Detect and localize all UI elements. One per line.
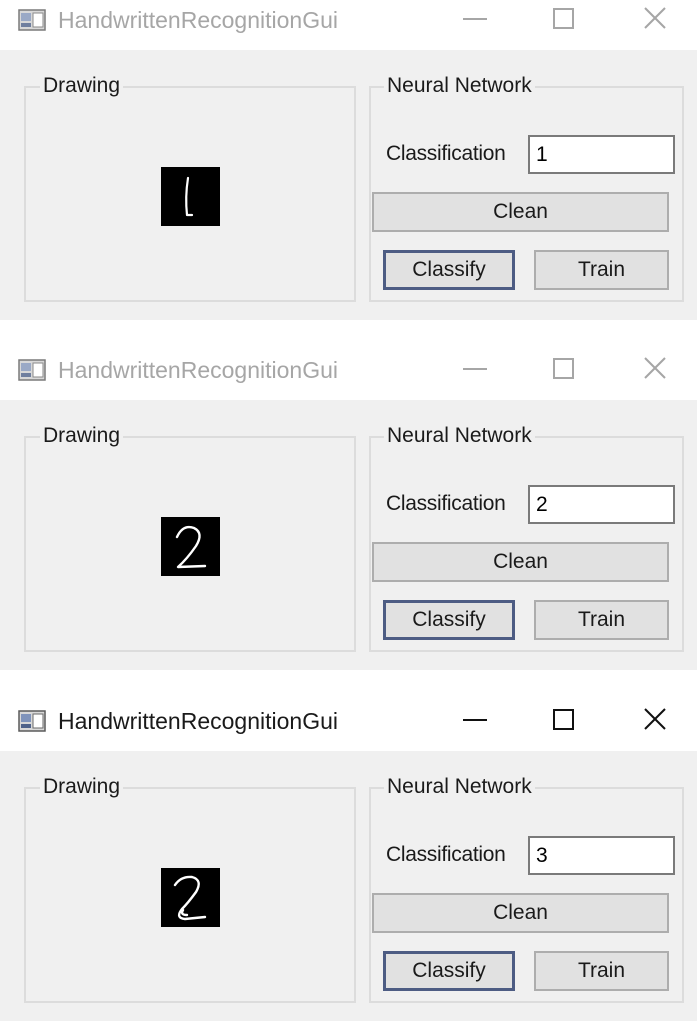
window-client-area: Drawing Neural Network Classification Cl…: [0, 751, 697, 1021]
drawing-group: Drawing: [24, 775, 356, 1003]
window-client-area: Drawing Neural Network Classification Cl…: [0, 50, 697, 320]
classification-label: Classification: [386, 492, 506, 515]
classify-button[interactable]: Classify: [383, 600, 515, 640]
minimize-button[interactable]: [459, 354, 491, 384]
title-bar[interactable]: HandwrittenRecognitionGui: [0, 350, 700, 398]
window-title: HandwrittenRecognitionGui: [58, 708, 338, 734]
drawing-canvas[interactable]: [161, 868, 220, 927]
close-icon: [644, 7, 666, 29]
app-window-icon: [18, 9, 46, 31]
minimize-button[interactable]: [459, 4, 491, 34]
clean-button[interactable]: Clean: [372, 542, 669, 582]
maximize-button[interactable]: [548, 4, 580, 34]
close-button[interactable]: [639, 354, 671, 384]
maximize-icon: [553, 8, 574, 29]
classify-button[interactable]: Classify: [383, 951, 515, 991]
title-bar[interactable]: HandwrittenRecognitionGui: [0, 701, 700, 749]
digit-stroke-2: [173, 875, 207, 921]
neural-network-group-label: Neural Network: [384, 424, 535, 448]
drawing-canvas[interactable]: [161, 167, 220, 226]
neural-network-group: Neural Network Classification Clean Clas…: [369, 424, 684, 652]
classification-field[interactable]: [528, 836, 675, 875]
neural-network-group: Neural Network Classification Clean Clas…: [369, 775, 684, 1003]
minimize-button[interactable]: [459, 705, 491, 735]
drawing-group-label: Drawing: [40, 775, 124, 799]
neural-network-group: Neural Network Classification Clean Clas…: [369, 74, 684, 302]
clean-button[interactable]: Clean: [372, 192, 669, 232]
classification-label: Classification: [386, 843, 506, 866]
drawing-canvas[interactable]: [161, 517, 220, 576]
close-icon: [644, 357, 666, 379]
classify-button[interactable]: Classify: [383, 250, 515, 290]
classification-label: Classification: [386, 142, 506, 165]
close-button[interactable]: [639, 4, 671, 34]
minimize-icon: [463, 368, 487, 370]
minimize-icon: [463, 18, 487, 20]
window-title: HandwrittenRecognitionGui: [58, 357, 338, 383]
train-button[interactable]: Train: [534, 951, 669, 991]
train-button[interactable]: Train: [534, 250, 669, 290]
drawing-group: Drawing: [24, 74, 356, 302]
drawing-group-label: Drawing: [40, 424, 124, 448]
app-window: HandwrittenRecognitionGui Drawing Neural…: [0, 350, 700, 670]
window-title: HandwrittenRecognitionGui: [58, 7, 338, 33]
clean-button[interactable]: Clean: [372, 893, 669, 933]
maximize-button[interactable]: [548, 705, 580, 735]
drawing-group-label: Drawing: [40, 74, 124, 98]
drawing-group: Drawing: [24, 424, 356, 652]
app-window: HandwrittenRecognitionGui Drawing Neural…: [0, 701, 700, 1021]
maximize-button[interactable]: [548, 354, 580, 384]
train-button[interactable]: Train: [534, 600, 669, 640]
classification-field[interactable]: [528, 135, 675, 174]
app-window-icon: [18, 710, 46, 732]
app-window: HandwrittenRecognitionGui Drawing Neural…: [0, 0, 700, 320]
maximize-icon: [553, 709, 574, 730]
digit-stroke-2: [175, 525, 207, 569]
close-button[interactable]: [639, 705, 671, 735]
minimize-icon: [463, 719, 487, 721]
window-client-area: Drawing Neural Network Classification Cl…: [0, 400, 697, 670]
close-icon: [644, 708, 666, 730]
classification-field[interactable]: [528, 485, 675, 524]
neural-network-group-label: Neural Network: [384, 775, 535, 799]
maximize-icon: [553, 358, 574, 379]
title-bar[interactable]: HandwrittenRecognitionGui: [0, 0, 700, 48]
app-window-icon: [18, 359, 46, 381]
neural-network-group-label: Neural Network: [384, 74, 535, 98]
digit-stroke-1: [185, 176, 194, 217]
